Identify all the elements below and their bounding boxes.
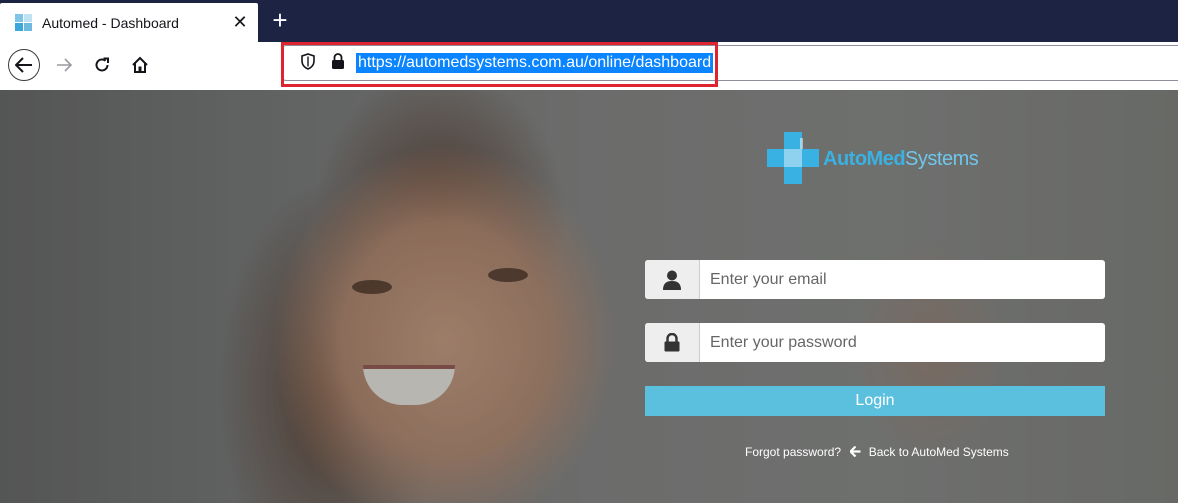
lock-icon[interactable] (331, 52, 345, 70)
back-button[interactable] (8, 49, 40, 81)
medical-cross-logo-icon (767, 132, 819, 184)
tab-automed-dashboard[interactable]: Automed - Dashboard ✕ (0, 3, 258, 42)
bottom-links: Forgot password? Back to AutoMed Systems (745, 444, 1009, 459)
logo-wordmark: AutoMedSystems (823, 148, 979, 171)
navigation-toolbar: https://automedsystems.com.au/online/das… (0, 42, 1178, 91)
tab-title: Automed - Dashboard (42, 15, 179, 31)
address-bar[interactable]: https://automedsystems.com.au/online/das… (282, 45, 1178, 81)
automed-logo: AutoMedSystems (767, 132, 997, 184)
login-page: AutoMedSystems Login Forgot password? Ba… (0, 90, 1178, 503)
new-tab-button[interactable]: + (266, 6, 294, 34)
url-text[interactable]: https://automedsystems.com.au/online/das… (356, 53, 714, 73)
forgot-password-link[interactable]: Forgot password? (745, 445, 841, 459)
home-button[interactable] (124, 49, 156, 81)
shield-icon[interactable] (301, 53, 315, 70)
password-addon (645, 323, 700, 362)
close-tab-icon[interactable]: ✕ (230, 12, 250, 32)
reload-button[interactable] (86, 49, 118, 81)
automed-favicon-icon (15, 14, 32, 31)
browser-chrome: Automed - Dashboard ✕ + https://automeds… (0, 0, 1178, 91)
home-icon (132, 56, 148, 73)
email-input-group (645, 260, 1105, 299)
back-arrow-icon (15, 57, 32, 73)
forward-button[interactable] (48, 49, 80, 81)
arrow-left-icon (850, 446, 861, 458)
email-field[interactable] (700, 260, 1100, 299)
back-to-automed-link[interactable]: Back to AutoMed Systems (869, 445, 1009, 459)
logo-wordmark-bold: AutoMed (823, 148, 906, 170)
password-field[interactable] (700, 323, 1100, 362)
forward-arrow-icon (57, 58, 72, 72)
logo-wordmark-light: Systems (905, 148, 979, 170)
login-button[interactable]: Login (645, 386, 1105, 416)
padlock-icon (664, 333, 680, 352)
tab-strip: Automed - Dashboard ✕ + (0, 0, 1178, 42)
password-input-group (645, 323, 1105, 362)
email-addon (645, 260, 700, 299)
user-icon (663, 270, 681, 290)
reload-icon (95, 57, 109, 72)
